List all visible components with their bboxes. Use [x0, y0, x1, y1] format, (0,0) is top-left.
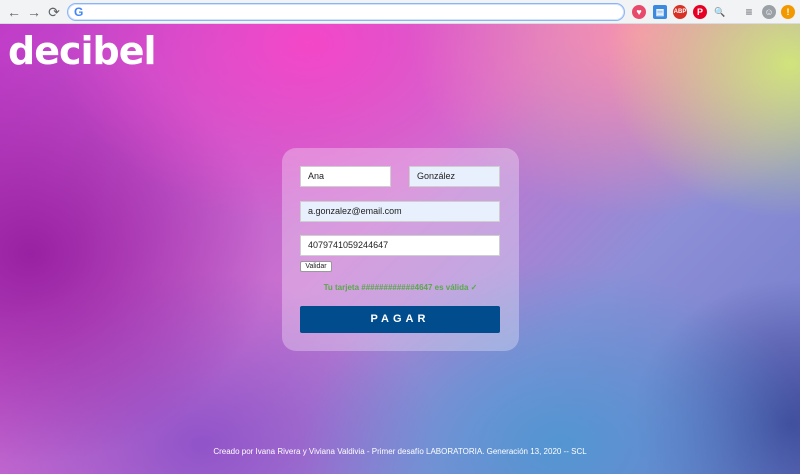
reload-icon[interactable]: ⟳: [46, 4, 62, 20]
validate-button[interactable]: Validar: [300, 261, 332, 272]
page-background: decibel Ana González a.gonzalez@email.co…: [0, 24, 800, 474]
google-icon: G: [74, 5, 84, 19]
back-icon[interactable]: ←: [6, 4, 22, 20]
last-name-field[interactable]: González: [409, 166, 500, 187]
logo: decibel: [8, 29, 157, 73]
window-extension-icon[interactable]: ▤: [653, 5, 667, 19]
card-number-field[interactable]: 4079741059244647: [300, 235, 500, 256]
payment-form: Ana González a.gonzalez@email.com 407974…: [282, 148, 519, 351]
browser-toolbar: ← → ⟳ G ♥ ▤ ABP P 🔍 ≡ ☺ !: [0, 0, 800, 24]
avatar-icon[interactable]: ☺: [762, 5, 776, 19]
heart-extension-icon[interactable]: ♥: [632, 5, 646, 19]
notification-icon[interactable]: !: [781, 5, 795, 19]
validation-message: Tu tarjeta ############4647 es válida ✓: [323, 283, 478, 292]
pay-button[interactable]: PAGAR: [300, 306, 500, 333]
playlist-icon[interactable]: ≡: [742, 5, 756, 19]
address-bar[interactable]: G: [67, 3, 625, 21]
adblock-extension-icon[interactable]: ABP: [673, 5, 687, 19]
footer-credits: Creado por Ivana Rivera y Viviana Valdiv…: [213, 447, 587, 456]
email-field[interactable]: a.gonzalez@email.com: [300, 201, 500, 222]
first-name-field[interactable]: Ana: [300, 166, 391, 187]
forward-icon[interactable]: →: [26, 4, 42, 20]
magnifier-extension-icon[interactable]: 🔍: [713, 5, 727, 19]
pinterest-extension-icon[interactable]: P: [693, 5, 707, 19]
